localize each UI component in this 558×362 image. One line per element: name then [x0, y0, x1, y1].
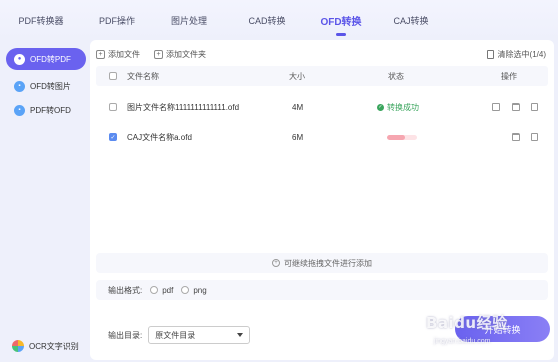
- tab-ofd-convert[interactable]: OFD转换: [308, 0, 374, 40]
- delete-icon[interactable]: [531, 103, 538, 111]
- open-file-icon[interactable]: [492, 103, 500, 111]
- table-row: ✓ CAJ文件名称a.ofd 6M: [96, 124, 548, 150]
- tab-pdf-operations[interactable]: PDF操作: [82, 0, 152, 40]
- select-all-checkbox[interactable]: [109, 72, 117, 80]
- dir-label: 输出目录:: [108, 330, 143, 340]
- table-row: 图片文件名称1111111111111.ofd 4M ✓ 转换成功: [96, 94, 548, 120]
- status-success: ✓ 转换成功: [377, 102, 419, 113]
- dir-value: 原文件目录: [155, 330, 196, 340]
- start-convert-button[interactable]: 开始转换: [455, 316, 550, 342]
- header-name: 文件名称: [127, 71, 159, 81]
- clear-selected-label: 清除选中(1/4): [497, 50, 546, 59]
- output-format-row: 输出格式: pdf png: [96, 280, 548, 300]
- sidebar-item-label: OFD转PDF: [30, 54, 71, 64]
- plus-icon: +: [96, 50, 105, 59]
- progress-fill: [387, 134, 405, 140]
- tab-pdf-converter[interactable]: PDF转换器: [0, 0, 82, 40]
- header-status: 状态: [388, 71, 404, 81]
- main-panel: + 添加文件 + 添加文件夹 清除选中(1/4) 文件名称 大小 状态 操作 图…: [90, 40, 554, 360]
- format-radio-pdf[interactable]: [150, 286, 159, 294]
- output-directory-row: 输出目录: 原文件目录: [108, 326, 251, 344]
- output-directory-select[interactable]: 原文件目录: [148, 326, 251, 344]
- conversion-progress: [387, 134, 417, 140]
- format-option-pdf: pdf: [162, 285, 174, 295]
- folder-icon[interactable]: [512, 133, 520, 141]
- ocr-label: OCR文字识别: [29, 341, 79, 351]
- pdf-ofd-icon: ▪: [14, 104, 25, 116]
- tab-caj-convert[interactable]: CAJ转换: [374, 0, 448, 40]
- table-header: 文件名称 大小 状态 操作: [96, 66, 548, 86]
- add-file-button[interactable]: + 添加文件: [96, 49, 140, 60]
- folder-plus-icon: +: [154, 50, 163, 59]
- ofd-pdf-icon: ●: [14, 53, 25, 65]
- add-circle-icon: +: [272, 259, 280, 267]
- add-folder-button[interactable]: + 添加文件夹: [154, 49, 206, 60]
- folder-icon[interactable]: [512, 103, 520, 111]
- ofd-image-icon: ▪: [14, 80, 25, 92]
- check-circle-icon: ✓: [377, 103, 384, 111]
- sidebar-item-pdf-to-ofd[interactable]: ▪ PDF转OFD: [6, 99, 86, 121]
- format-option-png: png: [193, 285, 207, 295]
- format-radio-png[interactable]: [181, 286, 190, 294]
- file-name: 图片文件名称1111111111111.ofd: [127, 102, 240, 112]
- tab-cad-convert[interactable]: CAD转换: [226, 0, 308, 40]
- sidebar-item-ofd-to-image[interactable]: ▪ OFD转图片: [6, 75, 86, 97]
- sidebar: ● OFD转PDF ▪ OFD转图片 ▪ PDF转OFD OCR文字识别: [0, 40, 90, 362]
- trash-icon: [486, 50, 494, 59]
- drop-zone[interactable]: + 可继续拖拽文件进行添加: [96, 253, 548, 273]
- header-size: 大小: [289, 71, 305, 81]
- row-checkbox[interactable]: ✓: [109, 133, 117, 141]
- drop-hint-text: 可继续拖拽文件进行添加: [284, 258, 372, 268]
- sidebar-item-label: PDF转OFD: [30, 105, 71, 115]
- header-action: 操作: [501, 71, 517, 81]
- status-text: 转换成功: [387, 102, 419, 112]
- sidebar-item-label: OFD转图片: [30, 81, 71, 91]
- format-label: 输出格式:: [108, 285, 143, 295]
- clear-selected-button[interactable]: 清除选中(1/4): [486, 49, 546, 60]
- add-file-label: 添加文件: [108, 50, 140, 59]
- row-checkbox[interactable]: [109, 103, 117, 111]
- sidebar-item-ofd-to-pdf[interactable]: ● OFD转PDF: [6, 48, 86, 70]
- top-tab-bar: PDF转换器 PDF操作 图片处理 CAD转换 OFD转换 CAJ转换: [0, 0, 558, 40]
- delete-icon[interactable]: [531, 133, 538, 141]
- ocr-button[interactable]: OCR文字识别: [6, 337, 79, 355]
- tab-image-processing[interactable]: 图片处理: [152, 0, 226, 40]
- file-size: 4M: [292, 102, 304, 112]
- ocr-icon: [12, 340, 24, 352]
- caret-down-icon: [237, 333, 244, 337]
- add-folder-label: 添加文件夹: [166, 50, 206, 59]
- file-name: CAJ文件名称a.ofd: [127, 132, 192, 142]
- file-size: 6M: [292, 132, 304, 142]
